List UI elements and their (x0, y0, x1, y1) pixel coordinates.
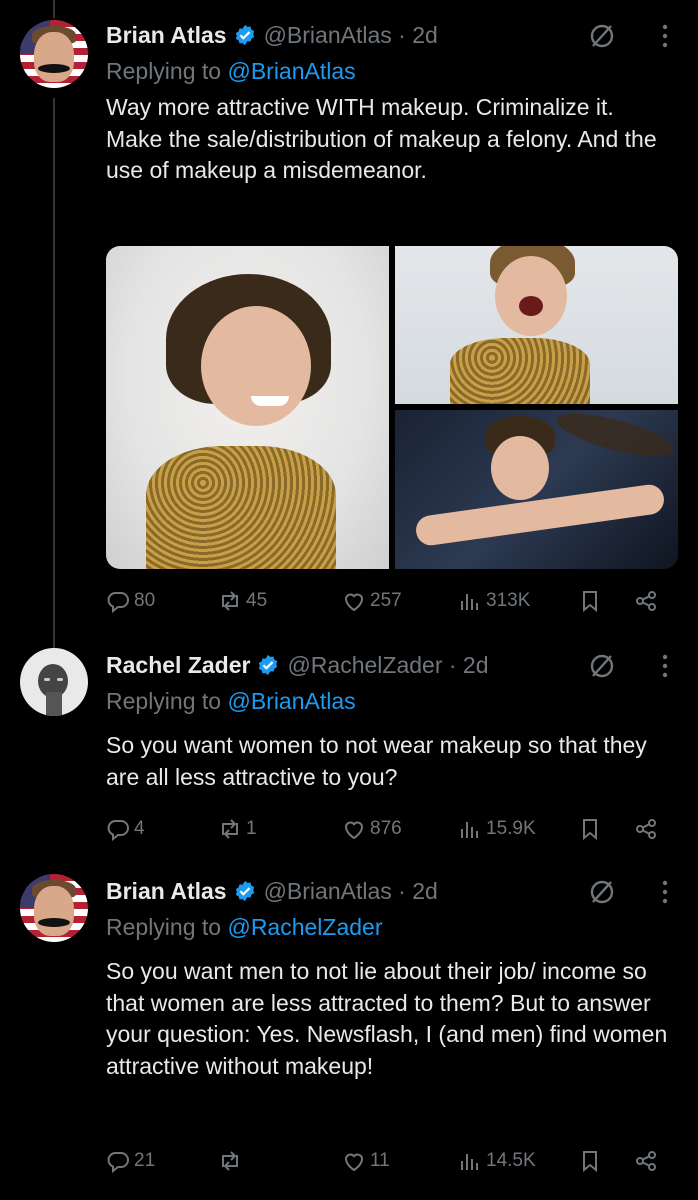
tweet[interactable]: Brian Atlas @BrianAtlas · 2d Replying to… (0, 874, 698, 1194)
reply-icon (107, 592, 129, 613)
bookmark-button[interactable] (578, 814, 606, 844)
replying-to-link[interactable]: @BrianAtlas (227, 58, 355, 84)
tweet-header: Brian Atlas @BrianAtlas · 2d (106, 18, 438, 52)
views-button[interactable]: 14.5K (458, 1146, 536, 1176)
like-icon (344, 593, 364, 612)
repost-icon (222, 1151, 238, 1171)
share-button[interactable] (634, 814, 662, 844)
reply-button[interactable]: 80 (106, 586, 155, 616)
media-image-2[interactable] (395, 246, 678, 404)
share-icon (636, 819, 656, 839)
more-options-icon[interactable] (662, 24, 668, 48)
like-button[interactable]: 876 (342, 814, 402, 844)
replying-to: Replying to @BrianAtlas (106, 688, 356, 714)
repost-button[interactable]: 1 (218, 814, 257, 844)
handle-and-time[interactable]: @RachelZader · 2d (287, 652, 488, 679)
views-button[interactable]: 15.9K (458, 814, 536, 844)
share-button[interactable] (634, 586, 662, 616)
display-name[interactable]: Rachel Zader (106, 652, 250, 679)
media-image-1[interactable] (106, 246, 389, 569)
verified-badge-icon (259, 654, 278, 676)
replying-to: Replying to @RachelZader (106, 914, 383, 940)
grok-icon[interactable] (588, 22, 616, 50)
views-icon (461, 822, 478, 838)
handle-and-time[interactable]: @BrianAtlas · 2d (264, 22, 438, 49)
tweet-text: Way more attractive WITH makeup. Crimina… (106, 94, 657, 183)
reply-icon (107, 1152, 129, 1173)
grok-icon[interactable] (588, 652, 616, 680)
repost-icon (222, 819, 238, 839)
bookmark-icon (583, 1151, 597, 1173)
bookmark-icon (583, 819, 597, 841)
media-image-3[interactable] (395, 404, 678, 569)
reply-icon (107, 820, 129, 841)
action-bar: 80 45 257 313K (106, 586, 666, 616)
share-button[interactable] (634, 1146, 662, 1176)
thread-line-top (53, 0, 55, 18)
repost-button[interactable] (218, 1146, 246, 1176)
display-name[interactable]: Brian Atlas (106, 878, 227, 905)
like-icon (344, 821, 364, 840)
reply-button[interactable]: 4 (106, 814, 145, 844)
more-options-icon[interactable] (662, 654, 668, 678)
replying-to-link[interactable]: @RachelZader (227, 914, 382, 940)
verified-badge-icon (235, 24, 254, 46)
avatar[interactable] (20, 648, 88, 716)
tweet[interactable]: Rachel Zader @RachelZader · 2d Replying … (0, 648, 698, 848)
bookmark-button[interactable] (578, 586, 606, 616)
tweet-header: Rachel Zader @RachelZader · 2d (106, 648, 489, 682)
share-icon (636, 1151, 656, 1171)
display-name[interactable]: Brian Atlas (106, 22, 227, 49)
reply-button[interactable]: 21 (106, 1146, 155, 1176)
views-button[interactable]: 313K (458, 586, 530, 616)
handle-and-time[interactable]: @BrianAtlas · 2d (264, 878, 438, 905)
more-options-icon[interactable] (662, 880, 668, 904)
repost-button[interactable]: 45 (218, 586, 267, 616)
tweet-text: So you want men to not lie about their j… (106, 958, 668, 1079)
tweet[interactable]: Brian Atlas @BrianAtlas · 2d Replying to… (0, 20, 698, 620)
replying-to: Replying to @BrianAtlas (106, 58, 356, 84)
views-icon (461, 594, 478, 610)
views-icon (461, 1154, 478, 1170)
like-button[interactable]: 11 (342, 1146, 390, 1176)
action-bar: 21 11 14.5K (106, 1146, 666, 1176)
replying-to-link[interactable]: @BrianAtlas (227, 688, 355, 714)
repost-icon (222, 591, 238, 611)
action-bar: 4 1 876 15.9K (106, 814, 666, 844)
avatar[interactable] (20, 874, 88, 942)
grok-icon[interactable] (588, 878, 616, 906)
avatar[interactable] (20, 20, 88, 88)
tweet-text: So you want women to not wear makeup so … (106, 732, 647, 790)
bookmark-icon (583, 591, 597, 613)
bookmark-button[interactable] (578, 1146, 606, 1176)
share-icon (636, 591, 656, 611)
media-grid[interactable] (106, 246, 678, 569)
tweet-header: Brian Atlas @BrianAtlas · 2d (106, 874, 438, 908)
verified-badge-icon (235, 880, 254, 902)
like-button[interactable]: 257 (342, 586, 402, 616)
like-icon (344, 1153, 364, 1172)
